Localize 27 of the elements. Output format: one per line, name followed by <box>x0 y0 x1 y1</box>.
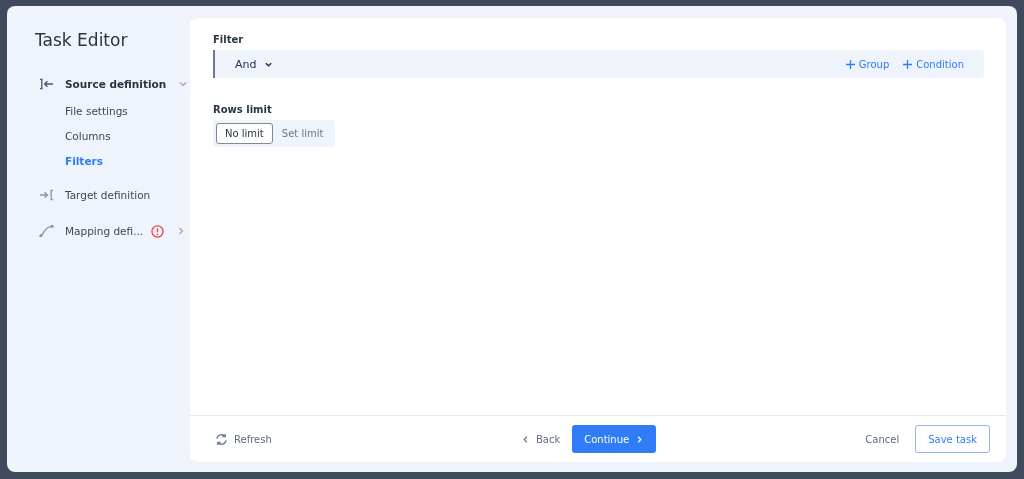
segment-option[interactable]: No limit <box>216 123 273 144</box>
segment-option[interactable]: Set limit <box>272 123 333 144</box>
filter-label: Filter <box>213 34 245 45</box>
save-task-button[interactable]: Save task <box>915 425 990 453</box>
chevron-right-icon <box>635 434 645 444</box>
plus-icon <box>903 59 913 69</box>
sidebar-subitem[interactable]: File settings <box>65 105 190 117</box>
refresh-button[interactable]: Refresh <box>215 432 272 446</box>
rows-limit-label: Rows limit <box>213 104 273 115</box>
back-button[interactable]: Back <box>520 433 561 445</box>
sidebar-subitem[interactable]: Filters <box>65 155 190 167</box>
import-icon <box>39 78 54 90</box>
sidebar-item[interactable]: Target definition <box>35 187 190 203</box>
continue-button[interactable]: Continue <box>572 425 657 453</box>
export-icon <box>39 189 54 201</box>
sidebar-item[interactable]: Source definition <box>35 76 190 92</box>
add-link[interactable]: Condition <box>903 58 964 70</box>
operator-dropdown[interactable]: And <box>235 57 274 71</box>
sidebar-item[interactable]: Mapping defi... <box>35 223 190 239</box>
cancel-button[interactable]: Cancel <box>865 433 900 445</box>
sidebar-subitem[interactable]: Columns <box>65 130 190 142</box>
dialog-title: Task Editor <box>35 30 129 50</box>
refresh-icon <box>215 432 228 446</box>
curve-icon <box>39 225 54 237</box>
chevron-left-icon <box>520 434 530 444</box>
plus-icon <box>845 59 855 69</box>
add-link[interactable]: Group <box>845 58 890 70</box>
